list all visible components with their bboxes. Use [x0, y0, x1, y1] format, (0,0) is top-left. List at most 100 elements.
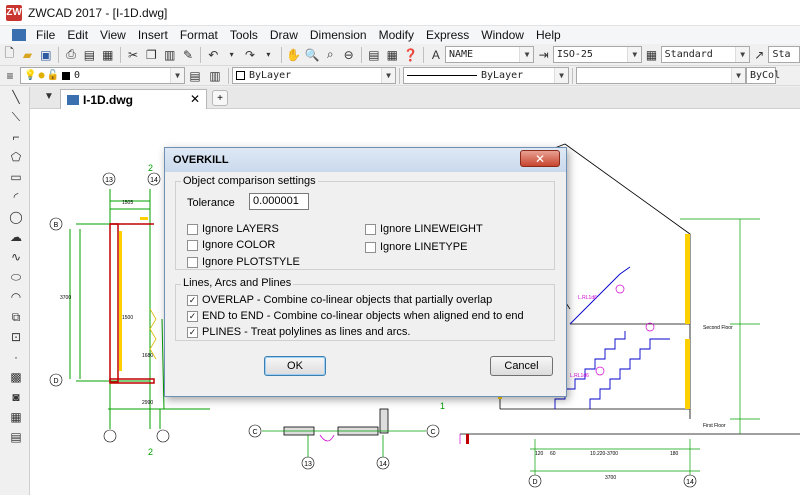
menu-edit[interactable]: Edit — [61, 26, 94, 44]
table-icon[interactable]: ▦ — [5, 407, 27, 427]
color-select[interactable]: ByLayer ▼ — [232, 67, 396, 84]
print-icon[interactable]: ⎙ — [63, 46, 79, 64]
overlap-checkbox[interactable]: ✓ OVERLAP - Combine co-linear objects tha… — [187, 294, 492, 306]
layer-select[interactable]: 💡 ● 🔓 0 ▼ — [20, 67, 185, 84]
zoom-previous-icon[interactable]: ⊖ — [340, 46, 356, 64]
insert-block-icon[interactable]: ⧉ — [5, 307, 27, 327]
grid-label-d-bottom: D — [532, 479, 537, 486]
revcloud-icon[interactable]: ☁ — [5, 227, 27, 247]
standard-toolbar: 🗋 ▰ ▣ ⎙ ▤ ▦ ✂ ❐ ▥ ✎ ↶ ▾ ↷ ▾ ✋ 🔍 ⌕ ⊖ ▤ ▦ … — [0, 44, 800, 66]
rectangle-icon[interactable]: ▭ — [5, 167, 27, 187]
spline-icon[interactable]: ∿ — [5, 247, 27, 267]
mtext-icon[interactable]: ▤ — [5, 427, 27, 447]
tab-menu-icon[interactable]: ▼ — [44, 91, 54, 102]
polygon-icon[interactable]: ⬠ — [5, 147, 27, 167]
menu-express[interactable]: Express — [420, 26, 475, 44]
ellipse-arc-icon[interactable]: ◠ — [5, 287, 27, 307]
copy-icon[interactable]: ❐ — [143, 46, 159, 64]
menu-modify[interactable]: Modify — [373, 26, 420, 44]
cancel-button[interactable]: Cancel — [490, 356, 553, 376]
lineweight-select[interactable]: ▼ — [576, 67, 746, 84]
checkmark-icon: ✓ — [187, 310, 198, 322]
menu-dimension[interactable]: Dimension — [304, 26, 373, 44]
dim-style-select[interactable]: ISO-25 ▼ — [552, 46, 643, 63]
dim-180: 180 — [670, 451, 679, 457]
chevron-down-icon: ▼ — [554, 68, 568, 83]
redo-icon[interactable]: ↷ — [242, 46, 258, 64]
annotation-second-floor: Second Floor — [703, 325, 733, 331]
dim-10220: 10.220-3700 — [590, 451, 618, 457]
tab-i-1d-dwg[interactable]: I-1D.dwg ✕ — [60, 89, 207, 109]
hatch-icon[interactable]: ▩ — [5, 367, 27, 387]
window-title: ZWCAD 2017 - [I-1D.dwg] — [28, 5, 168, 20]
paste-icon[interactable]: ▥ — [162, 46, 178, 64]
arc-icon[interactable]: ◜ — [5, 187, 27, 207]
ignore-linetype-checkbox[interactable]: Ignore LINETYPE — [365, 241, 467, 253]
publish-icon[interactable]: ▦ — [100, 46, 116, 64]
zoom-realtime-icon[interactable]: 🔍 — [304, 46, 320, 64]
zoom-window-icon[interactable]: ⌕ — [322, 46, 338, 64]
properties-icon[interactable]: ▤ — [366, 46, 382, 64]
table-style-icon[interactable]: ▦ — [643, 46, 659, 64]
line-icon[interactable]: ╲ — [5, 87, 27, 107]
close-tab-icon[interactable]: ✕ — [190, 92, 200, 106]
plines-checkbox[interactable]: ✓ PLINES - Treat polylines as lines and a… — [187, 326, 410, 338]
tolerance-input[interactable]: 0.000001 — [249, 193, 309, 210]
menu-file[interactable]: File — [30, 26, 61, 44]
circle-icon[interactable]: ◯ — [5, 207, 27, 227]
document-icon[interactable] — [12, 29, 26, 41]
ray-icon[interactable]: ⟍ — [5, 107, 27, 127]
ok-button[interactable]: OK — [264, 356, 326, 376]
menu-help[interactable]: Help — [530, 26, 567, 44]
title-bar: ZW ZWCAD 2017 - [I-1D.dwg] — [0, 0, 800, 26]
help-icon[interactable]: ❓ — [402, 46, 418, 64]
pan-icon[interactable]: ✋ — [285, 46, 301, 64]
ignore-color-checkbox[interactable]: Ignore COLOR — [187, 239, 275, 251]
menu-tools[interactable]: Tools — [224, 26, 264, 44]
text-style-icon[interactable]: A — [428, 46, 444, 64]
redo-dropdown-icon[interactable]: ▾ — [260, 46, 276, 64]
grid-label-14-right: 14 — [686, 479, 694, 486]
menu-insert[interactable]: Insert — [132, 26, 174, 44]
new-file-icon[interactable]: 🗋 — [1, 46, 17, 64]
region-icon[interactable]: ◙ — [5, 387, 27, 407]
make-block-icon[interactable]: ⊡ — [5, 327, 27, 347]
menu-view[interactable]: View — [94, 26, 132, 44]
sun-icon: ● — [38, 70, 45, 81]
lightbulb-icon: 💡 — [24, 70, 37, 81]
dim-style-icon[interactable]: ⇥ — [535, 46, 551, 64]
table-style-select[interactable]: Standard ▼ — [660, 46, 751, 63]
text-style-select[interactable]: NAME ▼ — [445, 46, 535, 63]
ignore-plotstyle-checkbox[interactable]: Ignore PLOTSTYLE — [187, 256, 300, 268]
dialog-title-bar[interactable]: OVERKILL ✕ — [165, 148, 566, 172]
menu-window[interactable]: Window — [475, 26, 530, 44]
match-properties-icon[interactable]: ✎ — [180, 46, 196, 64]
open-folder-icon[interactable]: ▰ — [19, 46, 35, 64]
multileader-style-icon[interactable]: ↗ — [751, 46, 767, 64]
ignore-lineweight-checkbox[interactable]: Ignore LINEWEIGHT — [365, 223, 483, 235]
end-to-end-checkbox[interactable]: ✓ END to END - Combine co-linear objects … — [187, 310, 524, 322]
annotation-first-floor: First Floor — [703, 423, 726, 429]
plotstyle-select[interactable]: ByCol — [746, 67, 780, 84]
polyline-icon[interactable]: ⌐ — [5, 127, 27, 147]
save-icon[interactable]: ▣ — [38, 46, 54, 64]
dialog-close-button[interactable]: ✕ — [520, 150, 560, 167]
ellipse-icon[interactable]: ⬭ — [5, 267, 27, 287]
undo-icon[interactable]: ↶ — [205, 46, 221, 64]
chevron-down-icon: ▼ — [731, 68, 745, 83]
multileader-style-select[interactable]: Sta — [768, 46, 800, 63]
linetype-select[interactable]: ByLayer ▼ — [403, 67, 569, 84]
menu-format[interactable]: Format — [174, 26, 224, 44]
layer-manager-icon[interactable]: ≡ — [1, 67, 19, 85]
menu-draw[interactable]: Draw — [264, 26, 304, 44]
ignore-layers-checkbox[interactable]: Ignore LAYERS — [187, 223, 279, 235]
make-current-layer-icon[interactable]: ▤ — [186, 67, 204, 85]
new-tab-icon[interactable]: + — [212, 90, 228, 106]
print-preview-icon[interactable]: ▤ — [81, 46, 97, 64]
undo-dropdown-icon[interactable]: ▾ — [224, 46, 240, 64]
layer-previous-icon[interactable]: ▥ — [206, 67, 224, 85]
cut-icon[interactable]: ✂ — [125, 46, 141, 64]
calculator-icon[interactable]: ▦ — [384, 46, 400, 64]
point-icon[interactable]: · — [5, 347, 27, 367]
close-icon: ✕ — [534, 151, 546, 166]
